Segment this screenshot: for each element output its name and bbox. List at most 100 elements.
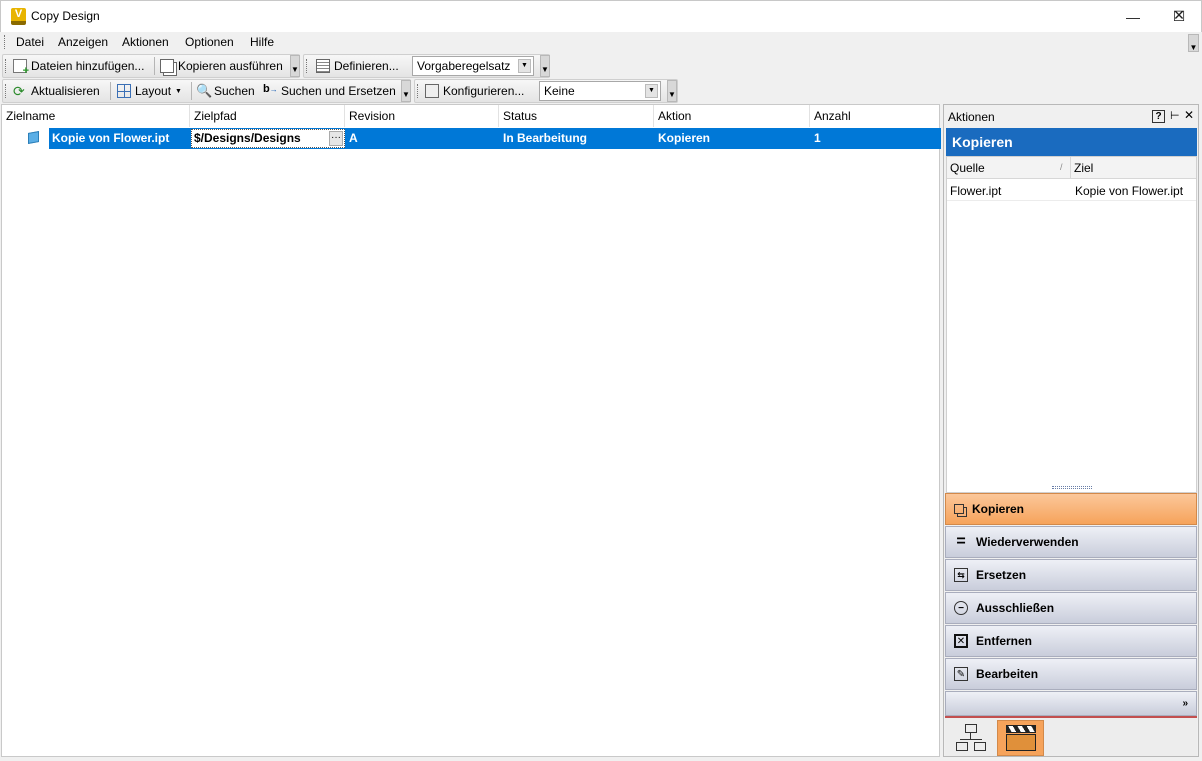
filter-select[interactable]: Keine ▼ xyxy=(539,81,661,101)
ruleset-select[interactable]: Vorgaberegelsatz ▼ xyxy=(412,56,534,76)
table-row[interactable] xyxy=(49,128,941,149)
actions-tab[interactable] xyxy=(997,720,1044,756)
refresh-label: Aktualisieren xyxy=(31,84,100,98)
exclude-icon: − xyxy=(954,601,968,615)
menu-optionen[interactable]: Optionen xyxy=(185,35,234,49)
configure-icon xyxy=(425,84,439,98)
action-entfernen[interactable]: ✕ Entfernen xyxy=(945,625,1197,657)
layout-label: Layout xyxy=(135,84,172,98)
remove-icon: ✕ xyxy=(954,634,968,648)
browse-path-button[interactable]: ··· xyxy=(329,131,343,146)
mapping-table: Quelle / Ziel Flower.ipt Kopie von Flowe… xyxy=(946,156,1197,493)
network-icon xyxy=(956,724,986,752)
layout-button[interactable]: Layout ▼ xyxy=(117,81,182,101)
column-header-zielpfad[interactable]: Zielpfad xyxy=(190,105,345,127)
action-label: Entfernen xyxy=(976,634,1033,648)
part-file-icon xyxy=(28,131,39,144)
define-button[interactable]: Definieren... xyxy=(316,56,399,76)
row-target: Kopie von Flower.ipt xyxy=(1075,184,1184,198)
search-button[interactable]: 🔍 Suchen xyxy=(196,81,255,101)
splitter-grip[interactable] xyxy=(1052,486,1092,489)
column-header-status[interactable]: Status xyxy=(499,105,654,127)
define-label: Definieren... xyxy=(334,59,399,73)
toolbar-separator xyxy=(191,82,192,100)
toolbar-files: + Dateien hinzufügen... Kopieren ausführ… xyxy=(2,54,300,78)
title-bar: V Copy Design — ☐ xyxy=(0,0,1202,32)
toolbar-view: ⟳ Aktualisieren Layout ▼ 🔍 Suchen b→ Suc… xyxy=(2,79,411,103)
replace-icon: ⇆ xyxy=(954,568,968,582)
action-ausschliessen[interactable]: − Ausschließen xyxy=(945,592,1197,624)
action-bearbeiten[interactable]: ✎ Bearbeiten xyxy=(945,658,1197,690)
close-panel-icon[interactable]: ✕ xyxy=(1184,108,1194,122)
menu-datei[interactable]: Datei xyxy=(16,35,44,49)
copy-icon xyxy=(160,59,174,73)
clapperboard-icon xyxy=(1005,725,1036,751)
configure-label: Konfigurieren... xyxy=(443,84,525,98)
row-name: Kopie von Flower.ipt xyxy=(52,131,170,145)
structure-tab[interactable] xyxy=(947,720,995,756)
toolbar-grip[interactable] xyxy=(5,59,8,73)
actions-panel: Aktionen ? ⊢ ✕ Kopieren Quelle / Ziel Fl… xyxy=(943,104,1199,757)
search-replace-label: Suchen und Ersetzen xyxy=(281,84,396,98)
row-action: Kopieren xyxy=(658,131,711,145)
menu-hilfe[interactable]: Hilfe xyxy=(250,35,274,49)
window-title: Copy Design xyxy=(31,9,100,23)
panel-tabs xyxy=(945,716,1197,756)
search-label: Suchen xyxy=(214,84,255,98)
panel-title: Kopieren xyxy=(946,128,1197,156)
column-header-anzahl[interactable]: Anzahl xyxy=(810,105,939,127)
menu-aktionen[interactable]: Aktionen xyxy=(122,35,169,49)
column-header-quelle[interactable]: Quelle xyxy=(947,157,1071,179)
help-icon[interactable]: ? xyxy=(1152,110,1165,123)
menu-grip[interactable] xyxy=(4,35,7,49)
search-replace-button[interactable]: b→ Suchen und Ersetzen xyxy=(263,81,396,101)
menu-bar: Datei Anzeigen Aktionen Optionen Hilfe ▼ xyxy=(0,32,1202,52)
action-ersetzen[interactable]: ⇆ Ersetzen xyxy=(945,559,1197,591)
toolbar-overflow-icon[interactable]: ▼ xyxy=(667,80,677,102)
toolbar-config: Konfigurieren... Keine ▼ ▼ xyxy=(414,79,678,103)
copy-icon xyxy=(954,504,964,514)
double-chevron-icon: » xyxy=(1182,698,1188,709)
toolbar-overflow-icon[interactable]: ▼ xyxy=(401,80,411,102)
edit-icon: ✎ xyxy=(954,667,968,681)
toolbar-overflow-icon[interactable]: ▼ xyxy=(290,55,300,77)
configure-button[interactable]: Konfigurieren... xyxy=(425,81,524,101)
layout-icon xyxy=(117,84,131,98)
search-icon: 🔍 xyxy=(196,83,213,98)
action-kopieren[interactable]: Kopieren xyxy=(945,493,1197,525)
panel-header-label: Aktionen xyxy=(948,110,995,124)
add-file-icon: + xyxy=(13,59,29,77)
menu-overflow-icon[interactable]: ▼ xyxy=(1188,34,1199,52)
pin-icon[interactable]: ⊢ xyxy=(1170,109,1180,122)
close-button[interactable]: ✕ xyxy=(1156,0,1202,31)
replace-icon: b→ xyxy=(263,83,278,95)
column-header-zielname[interactable]: Zielname xyxy=(2,105,190,127)
toolbar-separator xyxy=(110,82,111,100)
equals-icon: = xyxy=(956,533,966,550)
toolbar-rules: Definieren... Vorgaberegelsatz ▼ ▼ xyxy=(303,54,550,78)
refresh-button[interactable]: ⟳ Aktualisieren xyxy=(13,81,100,101)
action-label: Wiederverwenden xyxy=(976,535,1079,549)
toolbar-grip[interactable] xyxy=(306,59,309,73)
action-label: Ausschließen xyxy=(976,601,1055,615)
run-copy-label: Kopieren ausführen xyxy=(178,59,283,73)
add-files-label: Dateien hinzufügen... xyxy=(31,59,145,73)
add-files-button[interactable]: + Dateien hinzufügen... xyxy=(13,56,145,77)
toolbar-grip[interactable] xyxy=(417,84,420,98)
sort-icon: / xyxy=(1060,162,1063,172)
list-icon xyxy=(316,59,330,73)
action-label: Kopieren xyxy=(972,502,1025,516)
minimize-button[interactable]: — xyxy=(1110,1,1156,32)
action-wiederverwenden[interactable]: = Wiederverwenden xyxy=(945,526,1197,558)
toolbar-overflow-icon[interactable]: ▼ xyxy=(540,55,550,77)
more-actions-button[interactable]: » xyxy=(945,691,1197,716)
column-header-revision[interactable]: Revision xyxy=(345,105,499,127)
chevron-down-icon: ▼ xyxy=(645,84,658,98)
column-header-aktion[interactable]: Aktion xyxy=(654,105,810,127)
toolbar-grip[interactable] xyxy=(5,84,8,98)
copy-grid: Zielname Zielpfad Revision Status Aktion… xyxy=(1,104,941,757)
menu-anzeigen[interactable]: Anzeigen xyxy=(58,35,108,49)
column-header-ziel[interactable]: Ziel xyxy=(1071,157,1196,179)
run-copy-button[interactable]: Kopieren ausführen xyxy=(160,56,283,76)
app-icon: V xyxy=(11,8,26,25)
